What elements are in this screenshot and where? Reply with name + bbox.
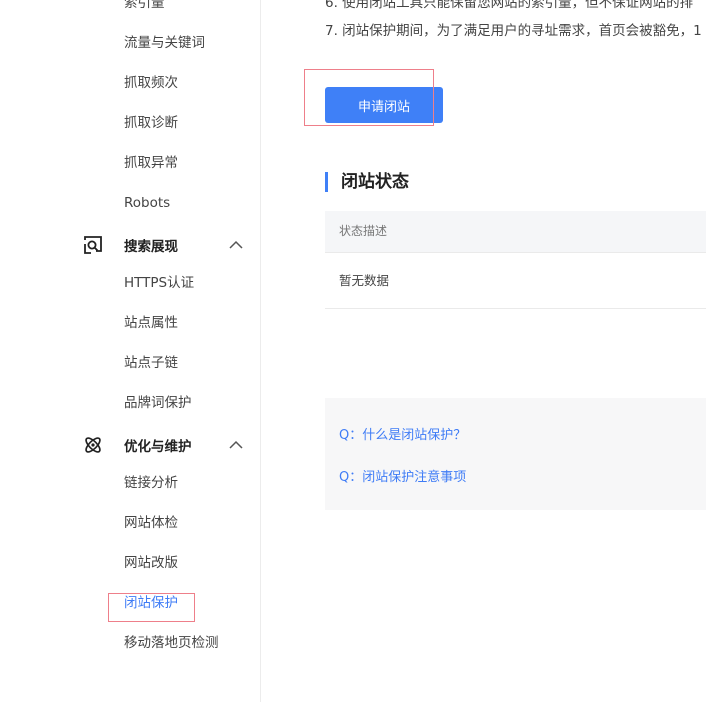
chevron-up-icon[interactable] xyxy=(228,437,244,453)
sidebar-item-mobile-landing-check[interactable]: 移动落地页检测 xyxy=(124,633,219,653)
sidebar-item-traffic-keywords[interactable]: 流量与关键词 xyxy=(124,33,205,53)
sidebar-group-label: 优化与维护 xyxy=(124,439,192,455)
sidebar-item-robots[interactable]: Robots xyxy=(124,193,170,213)
sidebar-item-brand-protection[interactable]: 品牌词保护 xyxy=(124,393,192,413)
sidebar-item-site-attributes[interactable]: 站点属性 xyxy=(124,313,178,333)
atom-icon xyxy=(82,434,104,456)
faq-link-notes[interactable]: Q：闭站保护注意事项 xyxy=(339,466,466,485)
sidebar-item-site-sublinks[interactable]: 站点子链 xyxy=(124,353,178,373)
faq-panel: Q：什么是闭站保护？ Q：闭站保护注意事项 xyxy=(325,398,706,510)
main-content: 6. 使用闭站工具只能保留您网站的索引量，但不保证网站的排 7. 闭站保护期间，… xyxy=(261,0,706,702)
sidebar-group-optimization[interactable]: 优化与维护 xyxy=(82,434,244,456)
sidebar-item-site-revision[interactable]: 网站改版 xyxy=(124,553,178,573)
search-display-icon xyxy=(82,234,104,256)
section-title: 闭站状态 xyxy=(325,172,409,192)
sidebar-item-link-analysis[interactable]: 链接分析 xyxy=(124,473,178,493)
highlight-box xyxy=(108,593,195,622)
sidebar-group-search-display[interactable]: 搜索展现 xyxy=(82,234,244,256)
sidebar: 索引量 流量与关键词 抓取频次 抓取诊断 抓取异常 Robots 搜索展现 HT… xyxy=(0,0,261,702)
status-table: 状态描述 暂无数据 xyxy=(325,211,706,309)
faq-link-what-is[interactable]: Q：什么是闭站保护？ xyxy=(339,424,466,443)
sidebar-item-https[interactable]: HTTPS认证 xyxy=(124,273,194,293)
sidebar-item-crawl-frequency[interactable]: 抓取频次 xyxy=(124,73,178,93)
rule-text: 6. 使用闭站工具只能保留您网站的索引量，但不保证网站的排 xyxy=(325,0,694,11)
table-empty-state: 暂无数据 xyxy=(325,253,706,309)
sidebar-item-site-checkup[interactable]: 网站体检 xyxy=(124,513,178,533)
table-header-status-description: 状态描述 xyxy=(325,211,706,253)
sidebar-item-index-volume[interactable]: 索引量 xyxy=(124,0,165,13)
highlight-box xyxy=(304,69,434,126)
sidebar-item-crawl-errors[interactable]: 抓取异常 xyxy=(124,153,178,173)
rule-text: 7. 闭站保护期间，为了满足用户的寻址需求，首页会被豁免，1 xyxy=(325,23,702,39)
sidebar-item-crawl-diagnosis[interactable]: 抓取诊断 xyxy=(124,113,178,133)
sidebar-group-label: 搜索展现 xyxy=(124,239,178,255)
chevron-up-icon[interactable] xyxy=(228,237,244,253)
